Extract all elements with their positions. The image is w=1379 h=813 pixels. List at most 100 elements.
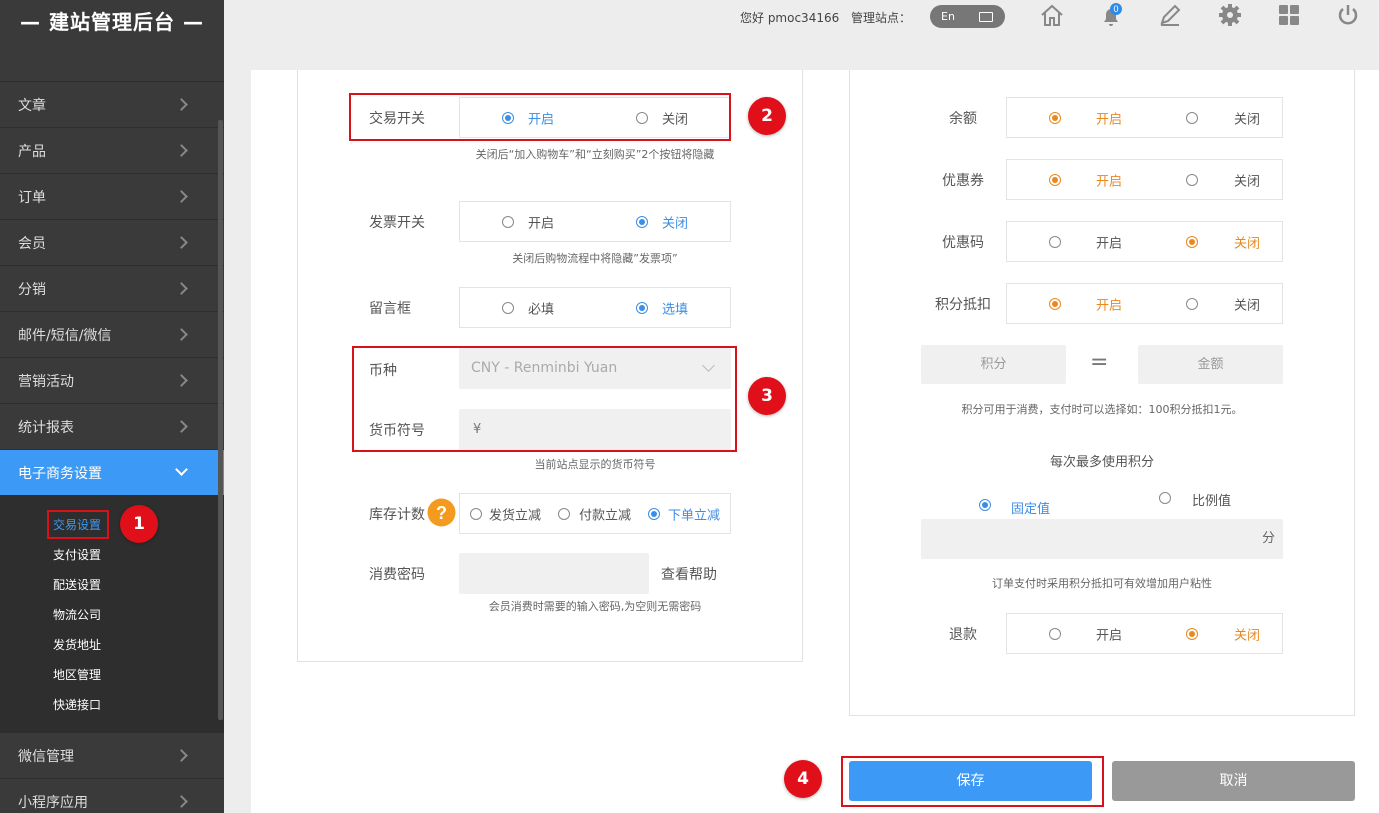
- chevron-right-icon: [175, 749, 188, 762]
- bell-icon[interactable]: 0: [1098, 2, 1124, 28]
- submenu-payment-settings[interactable]: 支付设置: [0, 540, 224, 570]
- language-toggle[interactable]: En: [930, 5, 1005, 28]
- radio-invoice-off[interactable]: [636, 215, 648, 228]
- max-points-hint: 订单支付时采用积分抵扣可有效增加用户粘性: [992, 577, 1212, 590]
- sidebar-item-label: 产品: [18, 143, 46, 160]
- edit-icon[interactable]: [1157, 2, 1183, 28]
- help-icon[interactable]: ?: [427, 498, 456, 527]
- radio-promo-off[interactable]: [1186, 235, 1198, 248]
- cancel-button[interactable]: 取消: [1112, 761, 1355, 801]
- invoice-switch-label: 发票开关: [369, 215, 425, 231]
- home-icon[interactable]: [1039, 2, 1065, 28]
- radio-refund-on[interactable]: [1049, 627, 1061, 640]
- submenu-label: 支付设置: [53, 548, 102, 562]
- callout-badge: 4: [784, 760, 822, 798]
- submenu-shipping-settings[interactable]: 配送设置: [0, 570, 224, 600]
- sidebar-item-label: 统计报表: [18, 419, 74, 436]
- radio-coupon-on[interactable]: [1049, 173, 1061, 186]
- submenu-label: 地区管理: [53, 668, 102, 682]
- radio-label: 开启: [1096, 628, 1123, 643]
- pay-password-label: 消费密码: [369, 567, 425, 583]
- submenu-trade-settings[interactable]: 交易设置: [0, 510, 224, 540]
- sidebar-scrollbar[interactable]: [218, 120, 223, 720]
- radio-ship-deduct[interactable]: [470, 507, 482, 520]
- sidebar-item-articles[interactable]: 文章: [0, 81, 224, 127]
- radio-required[interactable]: [502, 301, 514, 314]
- submenu-label: 发货地址: [53, 638, 102, 652]
- pay-password-hint: 会员消费时需要的输入密码,为空则无需密码: [488, 600, 702, 613]
- radio-invoice-on[interactable]: [502, 215, 514, 228]
- chevron-right-icon: [175, 98, 188, 111]
- submenu-express-api[interactable]: 快递接口: [0, 690, 224, 720]
- invoice-switch-group: 开启 关闭: [459, 201, 731, 242]
- balance-group: 开启 关闭: [1006, 97, 1283, 138]
- amount-placeholder: 金额: [1197, 357, 1224, 372]
- radio-pay-deduct[interactable]: [558, 507, 570, 520]
- radio-points-off[interactable]: [1186, 297, 1198, 310]
- radio-balance-off[interactable]: [1186, 111, 1198, 124]
- sidebar-item-marketing[interactable]: 营销活动: [0, 357, 224, 403]
- radio-fixed[interactable]: [979, 499, 991, 511]
- radio-optional[interactable]: [636, 301, 648, 314]
- trade-switch-hint: 关闭后“加入购物车”和“立刻购买”2个按钮将隐藏: [475, 148, 715, 161]
- radio-ratio[interactable]: [1159, 492, 1171, 504]
- submenu-label: 配送设置: [53, 578, 102, 592]
- fixed-label: 固定值: [1011, 502, 1051, 517]
- sidebar-item-distribution[interactable]: 分销: [0, 265, 224, 311]
- radio-balance-on[interactable]: [1049, 111, 1061, 124]
- points-deduct-group: 开启 关闭: [1006, 283, 1283, 324]
- radio-label: 开启: [1096, 236, 1123, 251]
- svg-text:?: ?: [436, 503, 447, 523]
- radio-label: 付款立减: [579, 508, 632, 523]
- gear-icon[interactable]: [1217, 2, 1243, 28]
- submenu-ship-address[interactable]: 发货地址: [0, 630, 224, 660]
- notification-count: 0: [1113, 4, 1118, 14]
- coupon-group: 开启 关闭: [1006, 159, 1283, 200]
- help-link[interactable]: 查看帮助: [661, 564, 717, 584]
- points-hint: 积分可用于消费，支付时可以选择如：100积分抵扣1元。: [961, 403, 1243, 416]
- sidebar-item-ecommerce[interactable]: 电子商务设置: [0, 449, 224, 495]
- chevron-right-icon: [175, 374, 188, 387]
- radio-order-deduct[interactable]: [648, 507, 660, 520]
- monitor-icon: [979, 12, 993, 22]
- highlight-box: [841, 756, 1104, 807]
- points-input[interactable]: 积分: [921, 345, 1066, 384]
- sidebar-item-products[interactable]: 产品: [0, 127, 224, 173]
- power-icon[interactable]: [1335, 2, 1361, 28]
- refund-label: 退款: [949, 627, 977, 643]
- radio-label: 关闭: [1234, 112, 1261, 127]
- radio-label: 选填: [662, 302, 689, 317]
- radio-label: 开启: [1096, 298, 1123, 313]
- radio-refund-off[interactable]: [1186, 627, 1198, 640]
- site-label: 管理站点：: [851, 11, 912, 25]
- callout-badge: 3: [748, 377, 786, 415]
- submenu-logistics[interactable]: 物流公司: [0, 600, 224, 630]
- radio-label: 下单立减: [668, 508, 721, 523]
- amount-input[interactable]: 金额: [1138, 345, 1283, 384]
- max-points-input[interactable]: 分: [921, 519, 1283, 559]
- sidebar-item-label: 分销: [18, 281, 46, 298]
- points-deduct-label: 积分抵扣: [935, 297, 991, 313]
- sidebar-item-orders[interactable]: 订单: [0, 173, 224, 219]
- pay-password-input[interactable]: [459, 553, 649, 594]
- sidebar-item-reports[interactable]: 统计报表: [0, 403, 224, 449]
- callout-badge: 1: [120, 505, 158, 543]
- submenu-region[interactable]: 地区管理: [0, 660, 224, 690]
- apps-grid-icon[interactable]: [1276, 2, 1302, 28]
- sidebar-submenu: 交易设置 支付设置 配送设置 物流公司 发货地址 地区管理 快递接口: [0, 495, 224, 732]
- radio-promo-on[interactable]: [1049, 235, 1061, 248]
- sidebar-item-miniapp[interactable]: 小程序应用: [0, 778, 224, 813]
- chevron-right-icon: [175, 420, 188, 433]
- equals-sign: =: [1090, 350, 1109, 375]
- radio-coupon-off[interactable]: [1186, 173, 1198, 186]
- sidebar-menu: 文章 产品 订单 会员 分销 邮件/短信/微信 营销活动 统计报表 电子商务设置…: [0, 81, 224, 813]
- sidebar-item-wechat[interactable]: 微信管理: [0, 732, 224, 778]
- sidebar-item-label: 邮件/短信/微信: [18, 327, 112, 344]
- sidebar-item-label: 小程序应用: [18, 794, 88, 811]
- sidebar-item-label: 会员: [18, 235, 46, 252]
- radio-points-on[interactable]: [1049, 297, 1061, 310]
- sidebar-item-messaging[interactable]: 邮件/短信/微信: [0, 311, 224, 357]
- sidebar-item-members[interactable]: 会员: [0, 219, 224, 265]
- radio-label: 开启: [1096, 174, 1123, 189]
- top-bar: 您好 pmoc34166 管理站点： En 0: [224, 0, 1379, 36]
